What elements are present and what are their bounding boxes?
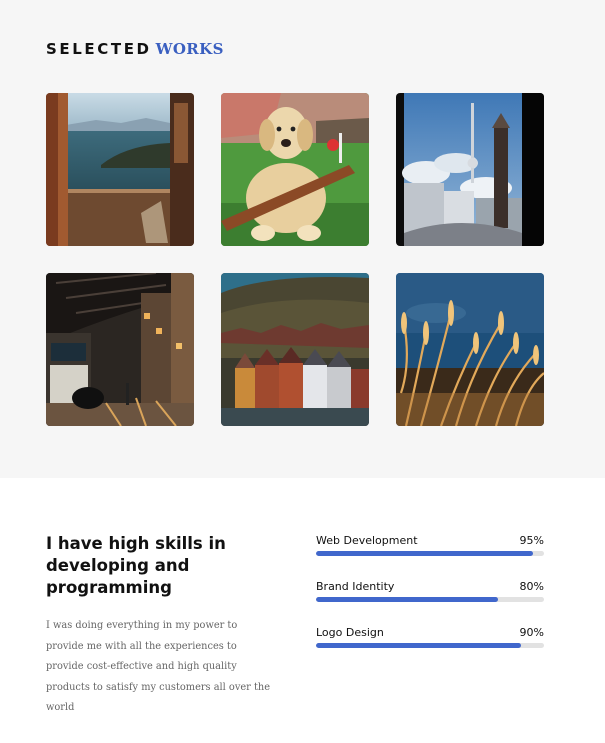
skill-web-development: Web Development 95% [316, 534, 544, 564]
skill-logo-design: Logo Design 90% [316, 626, 544, 656]
work-item-tower[interactable] [396, 93, 544, 246]
work-item-street[interactable] [46, 273, 194, 426]
skill-percent: 95% [519, 534, 544, 547]
tower-city-image [396, 93, 544, 246]
works-title: SELECTED WORKS [46, 32, 224, 60]
skill-progress-track [316, 643, 544, 648]
skill-name: Brand Identity [316, 580, 395, 593]
skills-description: I was doing everything in my power to pr… [46, 620, 270, 713]
skill-progress-fill [316, 643, 522, 648]
skill-name: Web Development [316, 534, 418, 547]
skills-heading: I have high skills in developing and pro… [46, 534, 226, 597]
work-item-dog[interactable] [221, 93, 369, 246]
rainy-street-image [46, 273, 194, 426]
skill-progress-fill [316, 551, 533, 556]
selected-works-section: SELECTED WORKS [0, 0, 605, 478]
skill-progress-track [316, 597, 544, 602]
skill-progress-fill [316, 597, 499, 602]
work-item-grass[interactable] [396, 273, 544, 426]
work-item-balcony[interactable] [46, 93, 194, 246]
skill-progress-track [316, 551, 544, 556]
works-title-bold: SELECTED [46, 40, 152, 58]
harbor-houses-image [221, 273, 369, 426]
work-item-harbor[interactable] [221, 273, 369, 426]
skill-percent: 90% [519, 626, 544, 639]
balcony-sea-image [46, 93, 194, 246]
works-grid [46, 93, 544, 426]
skills-section: I have high skills in developing and pro… [0, 478, 605, 743]
dog-image [221, 93, 369, 246]
skill-brand-identity: Brand Identity 80% [316, 580, 544, 610]
skill-name: Logo Design [316, 626, 384, 639]
golden-grass-image [396, 273, 544, 426]
works-title-light: WORKS [155, 40, 224, 58]
skill-percent: 80% [519, 580, 544, 593]
